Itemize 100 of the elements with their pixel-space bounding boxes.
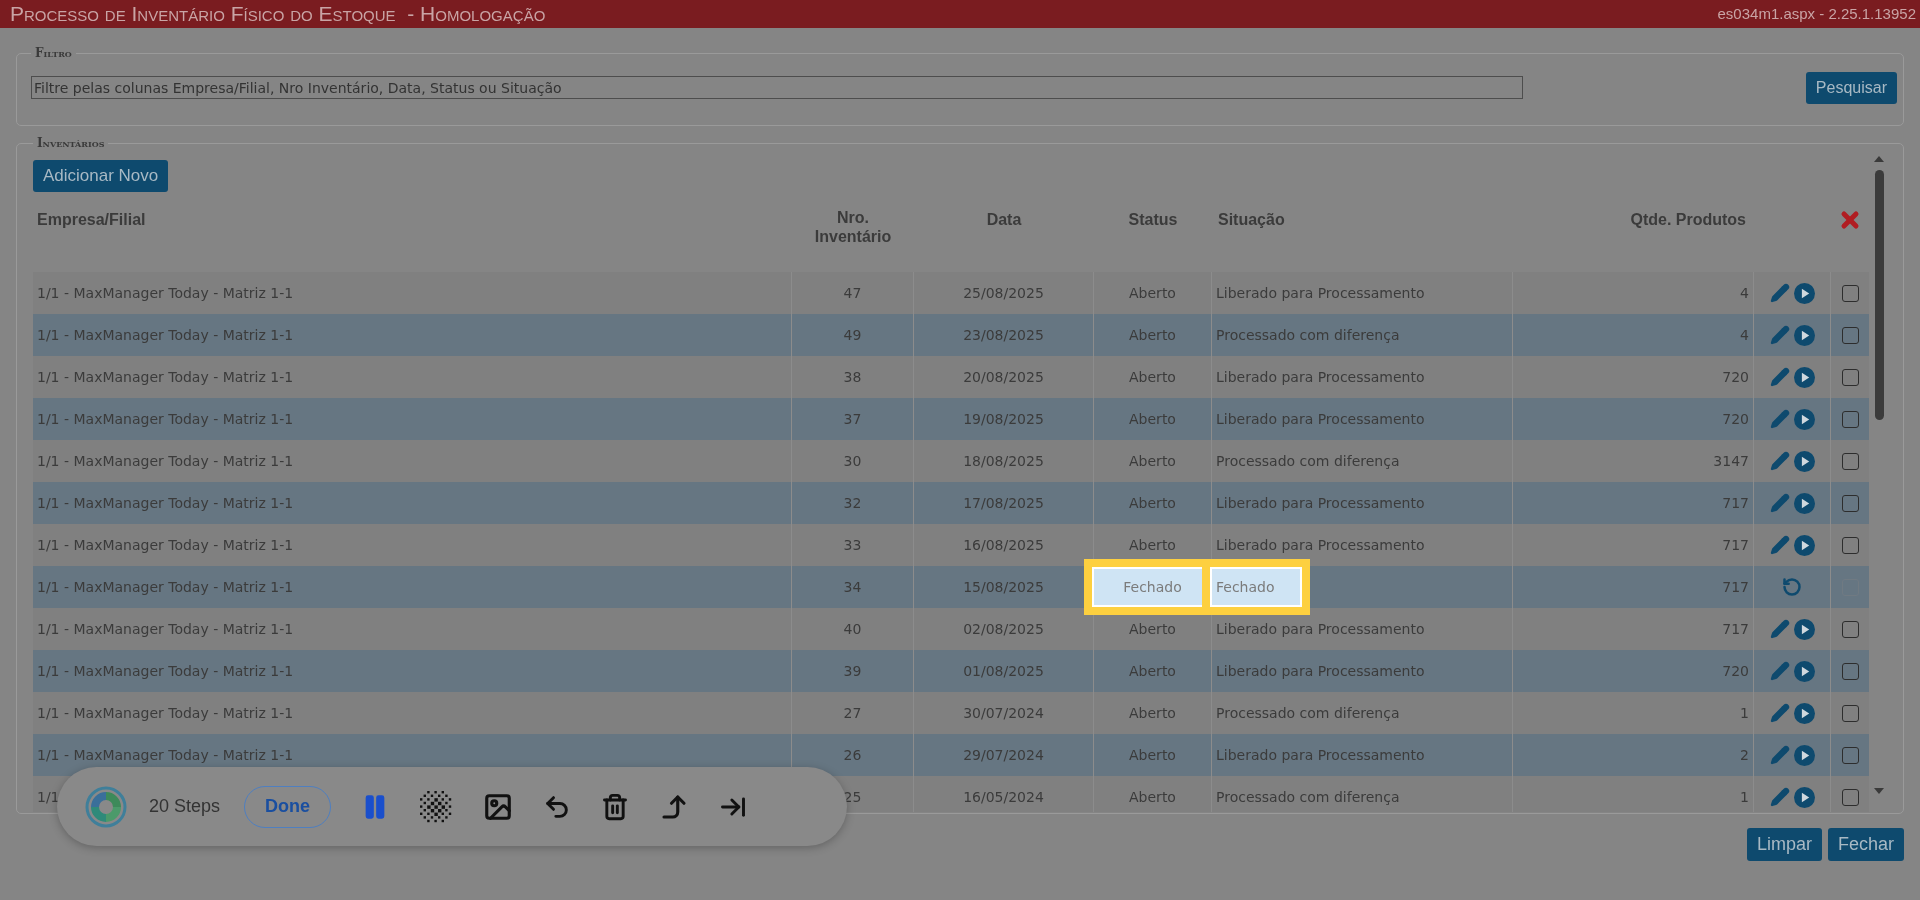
table-cell-text: Liberado para Processamento — [1216, 619, 1425, 639]
table-cell-text: Processado com diferença — [1216, 703, 1400, 723]
table-cell-text: Aberto — [1129, 787, 1176, 807]
column-header: Status — [1128, 210, 1178, 229]
play-icon[interactable] — [1793, 282, 1815, 304]
table-cell-text: 16/08/2025 — [963, 535, 1044, 555]
column-header: Situação — [1218, 210, 1285, 229]
column-header: Nro. Inventário — [813, 208, 893, 246]
table-cell-text: 1 — [1740, 787, 1749, 807]
add-new-button[interactable]: Adicionar Novo — [33, 160, 169, 192]
row-checkbox[interactable] — [1841, 536, 1859, 554]
trash-icon[interactable] — [601, 792, 630, 821]
play-icon[interactable] — [1793, 618, 1815, 640]
table-cell-text: 27 — [843, 703, 862, 723]
table-cell-text: 1/1 - MaxManager Today - Matriz 1-1 — [37, 283, 294, 303]
table-cell-text: 720 — [1722, 409, 1749, 429]
table-cell-text: 34 — [843, 577, 862, 597]
table-cell-text: 1/1 - MaxManager Today - Matriz 1-1 — [37, 493, 294, 513]
page-info: es034m1.aspx - 2.25.1.13952 — [1717, 3, 1916, 24]
play-icon[interactable] — [1793, 324, 1815, 346]
filter-legend: Filtro — [31, 44, 76, 62]
table-cell-text: Liberado para Processamento — [1216, 535, 1425, 555]
table-cell-text: Liberado para Processamento — [1216, 745, 1425, 765]
table-cell-text: 717 — [1722, 535, 1749, 555]
table-cell-text: Aberto — [1129, 661, 1176, 681]
row-checkbox[interactable] — [1841, 704, 1859, 722]
play-icon[interactable] — [1793, 702, 1815, 724]
table-cell-text: 4 — [1740, 325, 1749, 345]
table-cell-text: Aberto — [1129, 535, 1176, 555]
table-cell-text: Aberto — [1129, 493, 1176, 513]
table-cell-text: 37 — [843, 409, 862, 429]
row-checkbox[interactable] — [1841, 494, 1859, 512]
table-cell-text: 26 — [843, 745, 862, 765]
footer-button[interactable]: Fechar — [1827, 828, 1904, 861]
table-cell-text: 1/1 — [37, 787, 60, 807]
search-button[interactable]: Pesquisar — [1805, 71, 1897, 104]
table-cell-text: 1/1 - MaxManager Today - Matriz 1-1 — [37, 325, 294, 345]
table-cell-text: 33 — [843, 535, 862, 555]
table-cell-text: 1/1 - MaxManager Today - Matriz 1-1 — [37, 535, 294, 555]
row-checkbox[interactable] — [1841, 410, 1859, 428]
table-cell-text: Processado com diferença — [1216, 325, 1400, 345]
row-checkbox[interactable] — [1841, 662, 1859, 680]
table-cell-text: Aberto — [1129, 367, 1176, 387]
footer-button[interactable]: Limpar — [1746, 828, 1822, 861]
row-checkbox[interactable] — [1841, 368, 1859, 386]
column-header: Data — [986, 210, 1022, 229]
row-checkbox[interactable] — [1841, 620, 1859, 638]
reopen-icon[interactable] — [1782, 577, 1802, 597]
logo-icon — [85, 785, 127, 828]
table-cell-text: 2 — [1740, 745, 1749, 765]
table-cell-text: 39 — [843, 661, 862, 681]
table-cell-text: 3147 — [1713, 451, 1749, 471]
column-header: Empresa/Filial — [37, 210, 146, 229]
play-icon[interactable] — [1793, 450, 1815, 472]
play-icon[interactable] — [1793, 744, 1815, 766]
table-cell-text: 23/08/2025 — [963, 325, 1044, 345]
table-cell-text: 717 — [1722, 577, 1749, 597]
row-checkbox[interactable] — [1841, 284, 1859, 302]
table-cell-text: Processado com diferença — [1216, 451, 1400, 471]
table-cell-text: Liberado para Processamento — [1216, 661, 1425, 681]
table-cell-text: Aberto — [1129, 451, 1176, 471]
play-icon[interactable] — [1793, 408, 1815, 430]
table-cell-text: 02/08/2025 — [963, 619, 1044, 639]
play-icon[interactable] — [1793, 534, 1815, 556]
table-cell-text: 47 — [843, 283, 862, 303]
row-checkbox[interactable] — [1841, 788, 1859, 806]
table-cell-text: 717 — [1722, 493, 1749, 513]
filter-field[interactable]: Filtre pelas colunas Empresa/Filial, Nro Inventário, Data, Status ou Situação — [31, 76, 1523, 99]
play-icon[interactable] — [1793, 366, 1815, 388]
row-checkbox[interactable] — [1841, 326, 1859, 344]
table-cell-text: 1 — [1740, 703, 1749, 723]
play-icon[interactable] — [1793, 492, 1815, 514]
column-header: Qtde. Produtos — [1630, 210, 1746, 229]
table-cell-text: 720 — [1722, 661, 1749, 681]
table-cell-text: 25 — [843, 787, 862, 807]
table-cell-text: 1/1 - MaxManager Today - Matriz 1-1 — [37, 619, 294, 639]
table-cell-text: Aberto — [1129, 619, 1176, 639]
table-cell-text: 16/05/2024 — [963, 787, 1044, 807]
table-cell-text: 18/08/2025 — [963, 451, 1044, 471]
table-cell-text: Processado com diferença — [1216, 787, 1400, 807]
table-cell-text: 30/07/2024 — [963, 703, 1044, 723]
image-icon[interactable] — [483, 791, 514, 822]
table-cell-text: 25/08/2025 — [963, 283, 1044, 303]
table-cell-text: Aberto — [1129, 325, 1176, 345]
table-cell-text: 1/1 - MaxManager Today - Matriz 1-1 — [37, 409, 294, 429]
play-icon[interactable] — [1793, 786, 1815, 808]
play-icon[interactable] — [1793, 660, 1815, 682]
table-cell-text: 17/08/2025 — [963, 493, 1044, 513]
blur-icon[interactable] — [419, 789, 454, 824]
row-checkbox[interactable] — [1841, 452, 1859, 470]
table-cell-text: Liberado para Processamento — [1216, 367, 1425, 387]
table-cell-text: Liberado para Processamento — [1216, 409, 1425, 429]
table-cell-text: 01/08/2025 — [963, 661, 1044, 681]
table-cell-text: Liberado para Processamento — [1216, 283, 1425, 303]
table-cell-text: 1/1 - MaxManager Today - Matriz 1-1 — [37, 577, 294, 597]
table-cell-text: Aberto — [1129, 703, 1176, 723]
table-cell-text: 1/1 - MaxManager Today - Matriz 1-1 — [37, 367, 294, 387]
table-cell-text: 30 — [843, 451, 862, 471]
row-checkbox[interactable] — [1841, 746, 1859, 764]
table-cell-text: Aberto — [1129, 283, 1176, 303]
